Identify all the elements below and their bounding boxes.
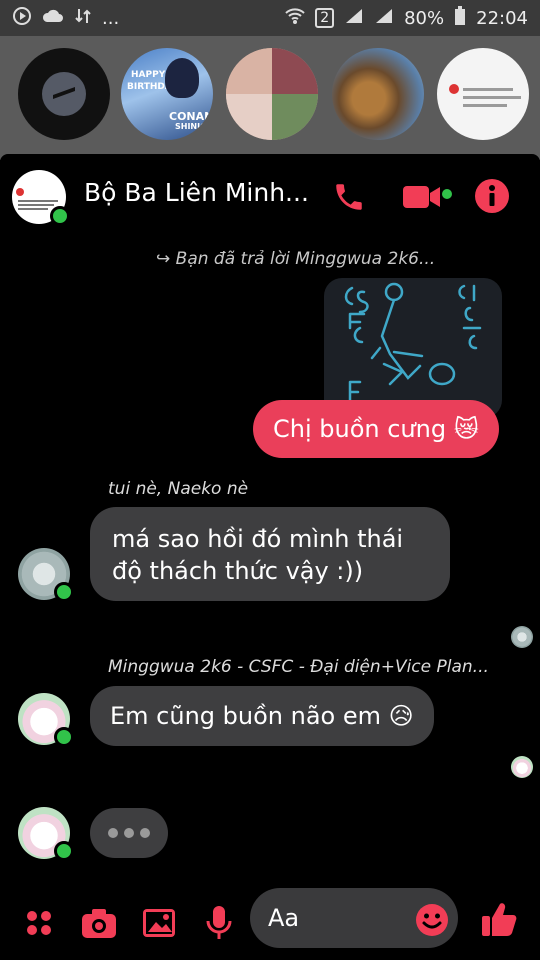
image-icon[interactable] <box>140 904 178 942</box>
status-bar: ... 2 80% 22:04 <box>0 0 540 36</box>
status-right: 2 80% 22:04 <box>285 6 528 30</box>
online-indicator <box>54 727 74 747</box>
sender-name: tui nè, Naeko nè <box>108 479 249 499</box>
incoming-message[interactable]: Em cũng buồn não em 😥 <box>90 686 434 746</box>
battery-percent: 80% <box>404 7 445 29</box>
thumbs-up-icon[interactable] <box>480 900 518 938</box>
chathead-document[interactable] <box>437 48 529 140</box>
doc-line <box>463 104 507 107</box>
conversation-title[interactable]: Bộ Ba Liên Minh... <box>84 178 309 207</box>
photo-quadrant <box>226 48 272 94</box>
four-dots-icon[interactable] <box>20 904 58 942</box>
phone-icon[interactable] <box>332 180 366 218</box>
doc-line <box>463 96 521 99</box>
typing-dot <box>140 828 150 838</box>
online-indicator <box>54 582 74 602</box>
message-line: má sao hồi đó mình thái <box>112 525 404 553</box>
wifi-icon <box>285 7 305 29</box>
battery-icon <box>454 6 466 30</box>
message-input-placeholder: Aa <box>268 904 300 932</box>
group-avatar-logo <box>16 188 24 196</box>
clock: 22:04 <box>476 7 528 29</box>
microphone-icon[interactable] <box>200 904 238 942</box>
signal-icon-2 <box>374 7 394 29</box>
chathead-girl[interactable] <box>226 48 318 140</box>
group-avatar-line <box>18 204 54 206</box>
message-line: độ thách thức vậy :)) <box>112 557 364 585</box>
status-left: ... <box>12 6 119 30</box>
data-transfer-icon <box>74 7 92 29</box>
photo-quadrant <box>272 94 318 140</box>
doc-logo <box>449 84 459 94</box>
messenger-chathead[interactable] <box>18 48 110 140</box>
status-overflow: ... <box>102 7 120 29</box>
doc-line <box>463 88 513 91</box>
photo-quadrant <box>272 48 318 94</box>
incoming-message[interactable]: má sao hồi đó mình thái độ thách thức vậ… <box>90 507 450 601</box>
chathead-anime-figure <box>165 58 199 98</box>
sketch-drawing <box>344 282 482 404</box>
video-camera-icon[interactable] <box>402 182 442 216</box>
emoji-icon[interactable] <box>413 901 451 939</box>
group-avatar-line <box>18 200 58 202</box>
replied-image[interactable] <box>324 278 502 418</box>
read-receipt-avatar <box>511 756 533 778</box>
reply-arrow-icon: ↪ <box>156 249 171 269</box>
typing-dot <box>108 828 118 838</box>
signal-icon <box>344 7 364 29</box>
group-avatar-line <box>18 208 48 210</box>
video-active-dot <box>442 189 452 199</box>
outgoing-message[interactable]: Chị buồn cưng 😿 <box>253 400 499 458</box>
typing-indicator <box>90 808 168 858</box>
online-indicator <box>54 841 74 861</box>
chathead-anime-text: SHINICHI <box>175 122 213 131</box>
camera-icon[interactable] <box>80 904 118 942</box>
sender-name: Minggwua 2k6 - CSFC - Đại diện+Vice Plan… <box>108 657 489 677</box>
info-icon[interactable] <box>474 178 510 218</box>
messenger-icon <box>42 72 86 116</box>
play-icon <box>12 6 32 30</box>
photo-quadrant <box>226 94 272 140</box>
reply-note-text: Bạn đã trả lời Minggwua 2k6... <box>175 249 436 269</box>
sim-badge: 2 <box>315 8 335 28</box>
read-receipt-avatar <box>511 626 533 648</box>
typing-dot <box>124 828 134 838</box>
reply-note: ↪ Bạn đã trả lời Minggwua 2k6... <box>156 249 435 269</box>
chathead-anime[interactable]: HAPPY BIRTHDAY CONAN SHINICHI <box>121 48 213 140</box>
chat-heads-row: HAPPY BIRTHDAY CONAN SHINICHI <box>0 44 540 144</box>
chathead-anime-text: HAPPY <box>131 70 166 80</box>
online-indicator <box>50 206 70 226</box>
cloud-icon <box>42 8 64 28</box>
chathead-cats[interactable] <box>332 48 424 140</box>
